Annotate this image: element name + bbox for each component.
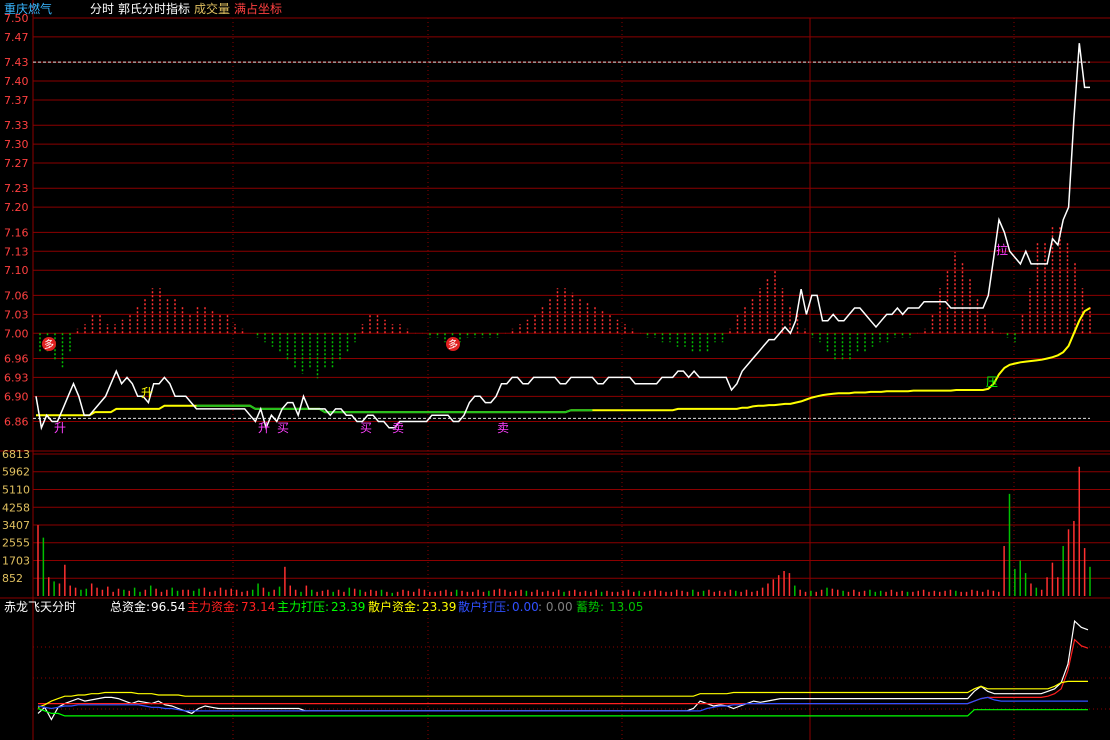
price-lines [35,43,1091,431]
signal-label: 压 [986,375,998,389]
signal-label: 拉 [996,242,1008,257]
price-tick-label: 7.37 [4,94,29,107]
signal-label: 升 [54,421,66,435]
price-line [35,43,1090,431]
price-tick-label: 7.13 [4,245,29,258]
indicator-label[interactable]: 郭氏分时指标 [118,1,190,16]
signal-label: 多 [448,338,458,351]
signal-label: 买 [360,421,372,435]
price-tick-label: 7.43 [4,56,29,69]
price-tick-label: 6.86 [4,416,29,429]
main-press-label: 主力打压: [277,600,329,614]
retail-fund-label: 散户资金: [368,599,420,614]
price-tick-label: 7.30 [4,138,29,151]
retail-press-label: 散户打压: [458,599,510,614]
price-tick-label: 7.03 [4,308,29,321]
price-tick-label: 7.10 [4,264,29,277]
fund-series-line [38,638,1089,705]
volume-tick-label: 5110 [2,483,30,496]
signal-label: 卖 [497,421,509,435]
grid-layer [0,0,1110,740]
fund-series-line [37,619,1089,721]
retail-press-value: 0.00 [512,600,539,614]
axis-labels: 7.507.477.437.407.377.337.307.277.237.20… [2,12,30,585]
volume-bars [37,466,1091,596]
volume-tick-label: 6813 [2,448,30,461]
price-tick-label: 7.00 [4,327,29,340]
signal-label: 多 [44,338,54,351]
price-tick-label: 7.27 [4,157,29,170]
extra-value: : 0.00 [538,600,573,614]
retail-fund-value: 23.39 [422,600,456,614]
momentum-label: 蓄势: [576,600,604,614]
volume-tick-label: 2555 [2,537,30,550]
main-fund-label: 主力资金: [187,599,239,614]
volume-tick-label: 5962 [2,466,30,479]
main-fund-value: 73.14 [241,600,275,614]
price-tick-label: 7.23 [4,182,29,195]
momentum-value: 13.05 [609,600,643,614]
price-tick-label: 7.20 [4,201,29,214]
price-tick-label: 6.90 [4,390,29,403]
price-tick-label: 7.16 [4,226,29,239]
volume-tick-label: 1703 [2,555,30,568]
stock-name: 重庆燃气 [4,1,52,16]
fund-flow-lines [37,619,1089,721]
fund-series-line [37,707,1088,717]
total-fund-label: 总资金: [110,599,150,614]
volume-tick-label: 852 [2,572,23,585]
signal-label: 买 [277,421,289,435]
signal-label: 卖 [392,421,404,435]
chart-root: 多多升升升买买卖卖拉压 7.50 7.47 7.43 7.40 7.37 7.33 7.30… [0,0,1110,740]
signal-label: 升 [141,386,153,400]
main-press-value: 23.39 [331,600,365,614]
volume-tick-label: 3407 [2,519,30,532]
coord-label[interactable]: 满占坐标 [234,1,282,16]
price-tick-label: 6.96 [4,352,29,365]
intraday-chart: 多多升升升买买卖卖拉压 7.507.477.437.407.377.337.30… [0,0,1110,740]
price-tick-label: 7.33 [4,119,29,132]
price-tick-label: 7.40 [4,75,29,88]
volume-tick-label: 4258 [2,501,30,514]
fund-indicator-name[interactable]: 赤龙飞天分时 [4,600,76,614]
volume-label[interactable]: 成交量 [194,1,230,16]
signal-label: 升 [258,421,270,435]
view-label[interactable]: 分时 [90,2,114,16]
total-fund-value: 96.54 [151,600,185,614]
price-tick-label: 6.93 [4,371,29,384]
average-price-line-segment [196,404,593,414]
price-tick-label: 7.06 [4,289,29,302]
price-tick-label: 7.47 [4,31,29,44]
